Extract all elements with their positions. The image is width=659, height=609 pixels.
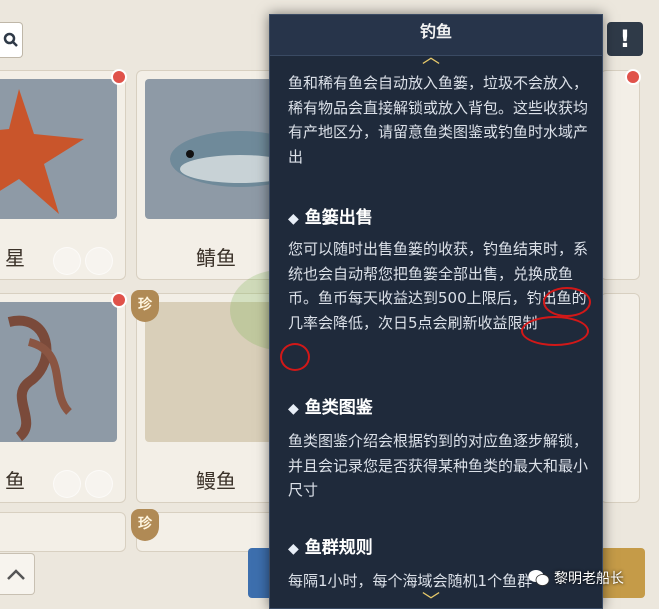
fish-card-partial[interactable] (600, 293, 640, 503)
diamond-icon: ◆ (288, 541, 299, 557)
new-indicator (625, 69, 641, 85)
wechat-watermark: 黎明老船长 (528, 568, 624, 588)
info-button[interactable]: ! (607, 22, 643, 56)
scroll-up-button[interactable] (0, 553, 35, 595)
chevron-up-icon (7, 569, 25, 580)
fish-card-partial[interactable] (600, 69, 641, 280)
fish-card-partial[interactable] (0, 512, 126, 552)
search-icon (3, 32, 18, 47)
section-heading-sell: ◆ 鱼篓出售 (288, 208, 373, 228)
new-indicator (111, 69, 127, 85)
search-button[interactable] (0, 22, 23, 58)
fish-image (145, 79, 287, 219)
fish-image (0, 302, 117, 442)
fish-image (0, 79, 117, 219)
rare-badge: 珍 (131, 509, 159, 541)
annotation-circle (280, 343, 310, 371)
annotation-circle (543, 287, 591, 317)
rare-badge: 珍 (131, 290, 159, 322)
intro-text: 鱼和稀有鱼会自动放入鱼篓，垃圾不会放入，稀有物品会直接解锁或放入背包。这些收获均… (288, 74, 589, 166)
fish-card-squid[interactable]: 鱼 (0, 292, 127, 503)
chevron-up-icon[interactable]: ︿ (422, 43, 440, 69)
diamond-icon: ◆ (288, 401, 299, 417)
fish-name: 星 (5, 246, 25, 270)
new-indicator (111, 292, 127, 308)
fish-name: 鱼 (5, 469, 25, 493)
chevron-down-icon[interactable]: ﹀ (422, 587, 440, 608)
diamond-icon: ◆ (288, 211, 299, 227)
watermark-text: 黎明老船长 (554, 571, 624, 587)
fish-card-starfish[interactable]: 星 (0, 69, 127, 280)
section-heading-encyclopedia: ◆ 鱼类图鉴 (288, 398, 373, 418)
annotation-circle (521, 316, 589, 346)
wechat-icon (528, 570, 550, 586)
section-body-encyclopedia: 鱼类图鉴介绍会根据钓到的对应鱼逐步解锁，并且会记录您是否获得某种鱼类的最大和最小… (288, 432, 589, 499)
section-heading-school: ◆ 鱼群规则 (288, 538, 373, 558)
